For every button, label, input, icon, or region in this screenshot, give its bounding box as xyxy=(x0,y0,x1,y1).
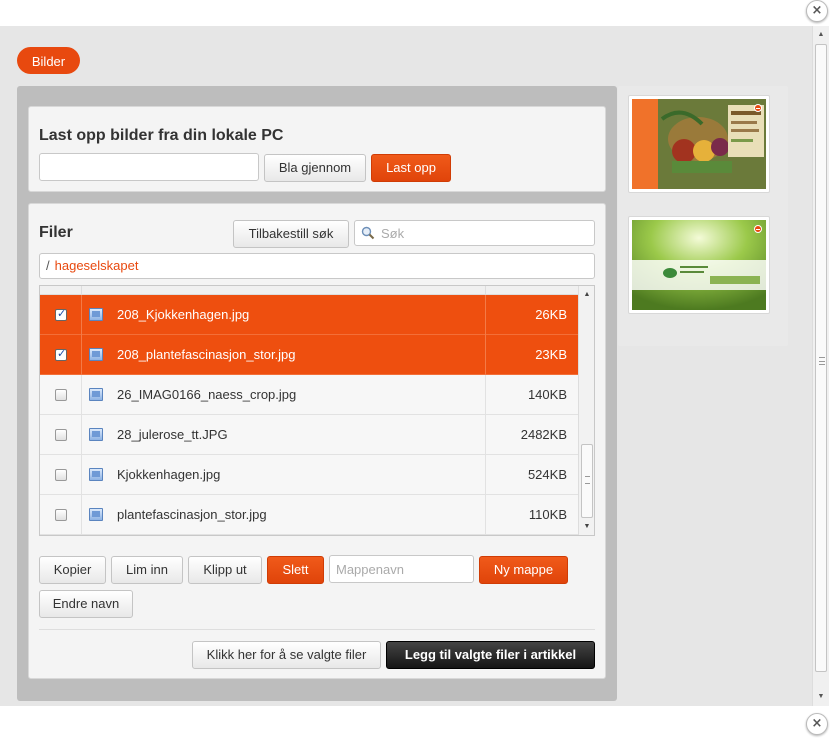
upload-heading: Last opp bilder fra din lokale PC xyxy=(39,127,284,144)
files-heading: Filer xyxy=(39,224,73,241)
tab-bilder[interactable]: Bilder xyxy=(17,47,80,74)
image-file-icon xyxy=(89,348,103,361)
row-checkbox[interactable] xyxy=(55,509,67,521)
breadcrumb: / hageselskapet xyxy=(39,253,595,279)
file-size: 110KB xyxy=(528,507,567,522)
paste-button[interactable]: Lim inn xyxy=(111,556,183,584)
scrollbar-thumb[interactable] xyxy=(815,44,827,672)
reset-search-button[interactable]: Tilbakestill søk xyxy=(233,220,349,248)
row-checkbox[interactable] xyxy=(55,307,67,321)
file-size: 23KB xyxy=(535,347,567,362)
row-checkbox[interactable] xyxy=(55,389,67,401)
add-to-article-button[interactable]: Legg til valgte filer i artikkel xyxy=(386,641,595,669)
table-row[interactable]: plantefascinasjon_stor.jpg 110KB xyxy=(40,495,578,535)
upload-button[interactable]: Last opp xyxy=(371,154,451,182)
file-list-scrollbar[interactable]: ▲ ▼ xyxy=(578,286,594,535)
file-name: 28_julerose_tt.JPG xyxy=(117,427,228,442)
row-checkbox[interactable] xyxy=(55,429,67,441)
table-row[interactable]: 28_julerose_tt.JPG 2482KB xyxy=(40,415,578,455)
bottom-bar xyxy=(0,706,838,742)
grip-icon xyxy=(819,357,825,365)
thumbnail-image xyxy=(632,220,766,310)
remove-icon[interactable] xyxy=(754,225,762,233)
scroll-up-arrow-icon[interactable]: ▲ xyxy=(813,28,829,42)
table-row[interactable]: Kjokkenhagen.jpg 524KB xyxy=(40,455,578,495)
file-name: Kjokkenhagen.jpg xyxy=(117,467,221,482)
thumbnail-image xyxy=(632,99,766,189)
file-size: 26KB xyxy=(535,307,567,322)
copy-button[interactable]: Kopier xyxy=(39,556,106,584)
list-header xyxy=(40,286,578,295)
new-folder-button[interactable]: Ny mappe xyxy=(479,556,568,584)
row-checkbox[interactable] xyxy=(55,347,67,361)
file-name: 26_IMAG0166_naess_crop.jpg xyxy=(117,387,297,402)
grip-icon xyxy=(585,476,590,484)
scroll-up-arrow-icon[interactable]: ▲ xyxy=(579,288,594,302)
search-field[interactable] xyxy=(354,220,595,246)
cut-button[interactable]: Klipp ut xyxy=(188,556,262,584)
divider xyxy=(39,629,595,630)
image-file-icon xyxy=(89,428,103,441)
rename-button[interactable]: Endre navn xyxy=(39,590,133,618)
scroll-down-arrow-icon[interactable]: ▼ xyxy=(579,520,594,534)
file-name: 208_plantefascinasjon_stor.jpg xyxy=(117,347,296,362)
search-icon xyxy=(361,226,375,240)
browse-button[interactable]: Bla gjennom xyxy=(264,154,366,182)
top-bar xyxy=(0,0,838,26)
remove-icon[interactable] xyxy=(754,104,762,112)
file-size: 524KB xyxy=(527,467,567,482)
breadcrumb-folder-link[interactable]: hageselskapet xyxy=(55,258,139,273)
breadcrumb-separator: / xyxy=(46,258,50,273)
close-icon[interactable]: × xyxy=(806,0,828,22)
file-name: 208_Kjokkenhagen.jpg xyxy=(117,307,250,322)
file-name: plantefascinasjon_stor.jpg xyxy=(117,507,267,522)
table-row[interactable]: 208_plantefascinasjon_stor.jpg 23KB xyxy=(40,335,578,375)
row-checkbox[interactable] xyxy=(55,469,67,481)
show-selected-files-button[interactable]: Klikk her for å se valgte filer xyxy=(192,641,381,669)
image-thumbnail[interactable] xyxy=(628,216,770,314)
image-file-icon xyxy=(89,508,103,521)
file-size: 140KB xyxy=(527,387,567,402)
delete-button[interactable]: Slett xyxy=(267,556,324,584)
table-row[interactable]: 208_Kjokkenhagen.jpg 26KB xyxy=(40,295,578,335)
file-path-input[interactable] xyxy=(39,153,259,181)
scroll-down-arrow-icon[interactable]: ▼ xyxy=(813,690,829,704)
file-list: 208_Kjokkenhagen.jpg 26KB 208_plantefasc… xyxy=(39,285,595,536)
scrollbar-thumb[interactable] xyxy=(581,444,593,518)
file-size: 2482KB xyxy=(520,427,567,442)
page-scrollbar[interactable]: ▲ ▼ xyxy=(812,26,829,706)
image-file-icon xyxy=(89,308,103,321)
image-thumbnail[interactable] xyxy=(628,95,770,193)
image-file-icon xyxy=(89,388,103,401)
folder-name-input[interactable] xyxy=(329,555,474,583)
close-icon[interactable]: × xyxy=(806,713,828,735)
table-row[interactable]: 26_IMAG0166_naess_crop.jpg 140KB xyxy=(40,375,578,415)
search-input[interactable] xyxy=(379,222,589,244)
image-file-icon xyxy=(89,468,103,481)
